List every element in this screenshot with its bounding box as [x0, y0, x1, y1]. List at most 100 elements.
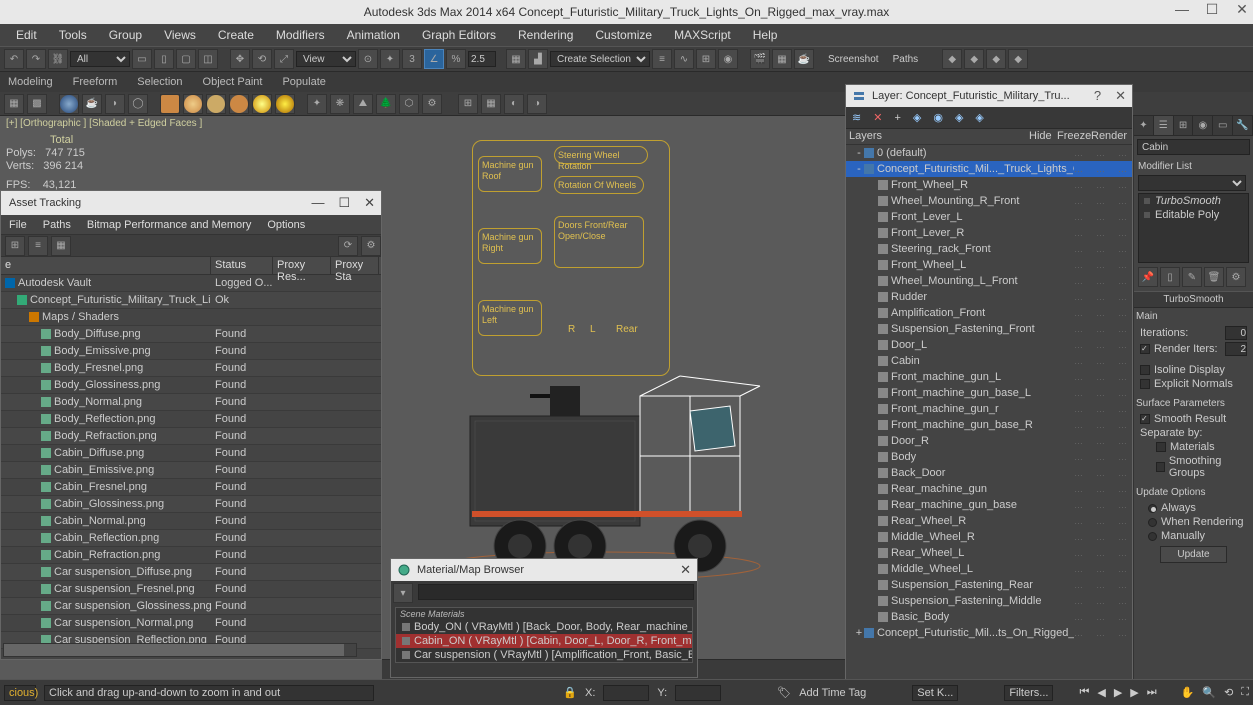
asset-row[interactable]: Car suspension_Diffuse.pngFound — [1, 564, 381, 581]
tab-util[interactable]: 🔧 — [1233, 116, 1253, 135]
layer-col-hide[interactable]: Hide — [1026, 129, 1054, 144]
asset-row[interactable]: Concept_Futuristic_Military_Truck_Lights… — [1, 292, 381, 309]
asset-row[interactable]: Maps / Shaders — [1, 309, 381, 326]
mat-close-button[interactable]: ✕ — [680, 562, 691, 578]
iter-input[interactable] — [1225, 326, 1247, 340]
stack-del-icon[interactable]: 🗑 — [1204, 267, 1224, 287]
stack-item[interactable]: Editable Poly — [1139, 208, 1248, 222]
nav-zoom-icon[interactable]: 🔍 — [1202, 686, 1216, 699]
asset-menu-options[interactable]: Options — [267, 219, 305, 231]
std-sphere-icon[interactable] — [183, 94, 203, 114]
asset-row[interactable]: Cabin_Glossiness.pngFound — [1, 496, 381, 513]
layer-row[interactable]: Back_Door……… — [846, 465, 1132, 481]
layer-hi-icon[interactable]: ◉ — [933, 111, 943, 124]
spot-light-icon[interactable] — [275, 94, 295, 114]
stack-show-icon[interactable]: ▯ — [1160, 267, 1180, 287]
iso-check[interactable] — [1140, 365, 1150, 375]
asset-close-button[interactable]: ✕ — [364, 195, 375, 211]
render-button[interactable]: ☕ — [794, 49, 814, 69]
tab-motion[interactable]: ◉ — [1193, 116, 1213, 135]
layer-col-render[interactable]: Render — [1088, 129, 1122, 144]
layer-row[interactable]: Amplification_Front……… — [846, 305, 1132, 321]
expl-check[interactable] — [1140, 379, 1150, 389]
stack-item[interactable]: TurboSmooth — [1139, 194, 1248, 208]
manip-button[interactable]: ✦ — [380, 49, 400, 69]
layer-row[interactable]: Steering_rack_Front……… — [846, 241, 1132, 257]
rig-mg-left[interactable]: Machine gun Left — [478, 300, 542, 336]
asset-scrollbar[interactable] — [3, 643, 357, 657]
std-cyl-icon[interactable] — [206, 94, 226, 114]
rig-rot-wheels[interactable]: Rotation Of Wheels — [554, 176, 644, 194]
material-item[interactable]: Cabin_ON ( VRayMtl ) [Cabin, Door_L, Doo… — [396, 634, 692, 648]
stack-cfg-icon[interactable]: ⚙ — [1226, 267, 1246, 287]
asset-opts-icon[interactable]: ⚙ — [361, 236, 381, 256]
layer-row[interactable]: +Concept_Futuristic_Mil...ts_On_Rigged_c… — [846, 625, 1132, 641]
layer-new-icon[interactable]: ≋ — [852, 111, 861, 124]
layer-row[interactable]: Wheel_Mounting_R_Front……… — [846, 193, 1132, 209]
omni-light-icon[interactable] — [252, 94, 272, 114]
undo-button[interactable]: ↶ — [4, 49, 24, 69]
layer-row[interactable]: -0 (default)……… — [846, 145, 1132, 161]
mats-check[interactable] — [1156, 442, 1166, 452]
vray-button-1[interactable]: ◆ — [942, 49, 962, 69]
stack-unique-icon[interactable]: ✎ — [1182, 267, 1202, 287]
capsule-icon[interactable]: ◗ — [105, 94, 125, 114]
layer-col-name[interactable]: Layers — [846, 129, 1026, 144]
helper-icon[interactable]: ◐ — [504, 94, 524, 114]
tab-create[interactable]: ✦ — [1134, 116, 1154, 135]
asset-row[interactable]: Body_Refraction.pngFound — [1, 428, 381, 445]
col-name[interactable]: e — [1, 257, 211, 274]
modifier-dropdown[interactable] — [1138, 175, 1246, 191]
vray-button-2[interactable]: ◆ — [964, 49, 984, 69]
align-button[interactable]: ▦ — [506, 49, 526, 69]
play-end-icon[interactable]: ⏭ — [1147, 686, 1157, 699]
asset-row[interactable]: Body_Diffuse.pngFound — [1, 326, 381, 343]
layer-row[interactable]: Wheel_Mounting_L_Front……… — [846, 273, 1132, 289]
asset-row[interactable]: Autodesk VaultLogged O... — [1, 275, 381, 292]
filters-button[interactable]: Filters... — [1004, 685, 1053, 701]
dyn-icon[interactable]: ⚙ — [422, 94, 442, 114]
play-prev-icon[interactable]: ◀ — [1097, 686, 1105, 699]
play-next-icon[interactable]: ▶ — [1130, 686, 1138, 699]
asset-row[interactable]: Cabin_Normal.pngFound — [1, 513, 381, 530]
man-radio[interactable] — [1148, 532, 1157, 541]
asset-list[interactable]: Autodesk VaultLogged O...Concept_Futuris… — [1, 275, 381, 649]
x-field[interactable] — [603, 685, 649, 701]
menu-customize[interactable]: Customize — [585, 26, 662, 44]
asset-row[interactable]: Body_Glossiness.pngFound — [1, 377, 381, 394]
asset-row[interactable]: Body_Emissive.pngFound — [1, 343, 381, 360]
asset-menu-paths[interactable]: Paths — [43, 219, 71, 231]
asset-title-bar[interactable]: Asset Tracking —☐✕ — [1, 191, 381, 215]
layer-row[interactable]: Rear_machine_gun_base……… — [846, 497, 1132, 513]
maximize-button[interactable]: ☐ — [1205, 2, 1219, 16]
asset-row[interactable]: Body_Fresnel.pngFound — [1, 360, 381, 377]
layer-help-button[interactable]: ? — [1094, 88, 1101, 104]
col-proxy-sta[interactable]: Proxy Sta — [331, 257, 379, 274]
ribbon-populate[interactable]: Populate — [282, 76, 325, 88]
layer-row[interactable]: Front_Lever_R……… — [846, 225, 1132, 241]
layer-close-button[interactable]: ✕ — [1115, 88, 1126, 104]
nav-orbit-icon[interactable]: ⟲ — [1224, 686, 1233, 699]
curve-editor-button[interactable]: ∿ — [674, 49, 694, 69]
add-tag-label[interactable]: Add Time Tag — [799, 687, 866, 699]
asset-row[interactable]: Car suspension_Normal.pngFound — [1, 615, 381, 632]
render-frame-button[interactable]: ▦ — [772, 49, 792, 69]
layer-h3-icon[interactable]: ◈ — [975, 111, 983, 124]
lock-icon[interactable]: 🔒 — [563, 686, 577, 699]
rig-steering[interactable]: Steering Wheel Rotation — [554, 146, 648, 164]
rend-input[interactable] — [1225, 342, 1247, 356]
render-setup-button[interactable]: 🎬 — [750, 49, 770, 69]
maxscript-output[interactable]: cious) — [4, 685, 36, 701]
link-button[interactable]: ⛓ — [48, 49, 68, 69]
layer-row[interactable]: -Concept_Futuristic_Mil..._Truck_Lights_… — [846, 161, 1132, 177]
sg-check[interactable] — [1156, 462, 1165, 472]
pivot-button[interactable]: ⊙ — [358, 49, 378, 69]
asset-menu-bitmap[interactable]: Bitmap Performance and Memory — [87, 219, 251, 231]
menu-maxscript[interactable]: MAXScript — [664, 26, 741, 44]
layer-list[interactable]: -0 (default)………-Concept_Futuristic_Mil..… — [846, 145, 1132, 679]
asset-row[interactable]: Cabin_Reflection.pngFound — [1, 530, 381, 547]
col-proxy-res[interactable]: Proxy Res... — [273, 257, 331, 274]
asset-row[interactable]: Car suspension_Glossiness.pngFound — [1, 598, 381, 615]
menu-views[interactable]: Views — [154, 26, 206, 44]
aec3-icon[interactable]: ⬡ — [399, 94, 419, 114]
